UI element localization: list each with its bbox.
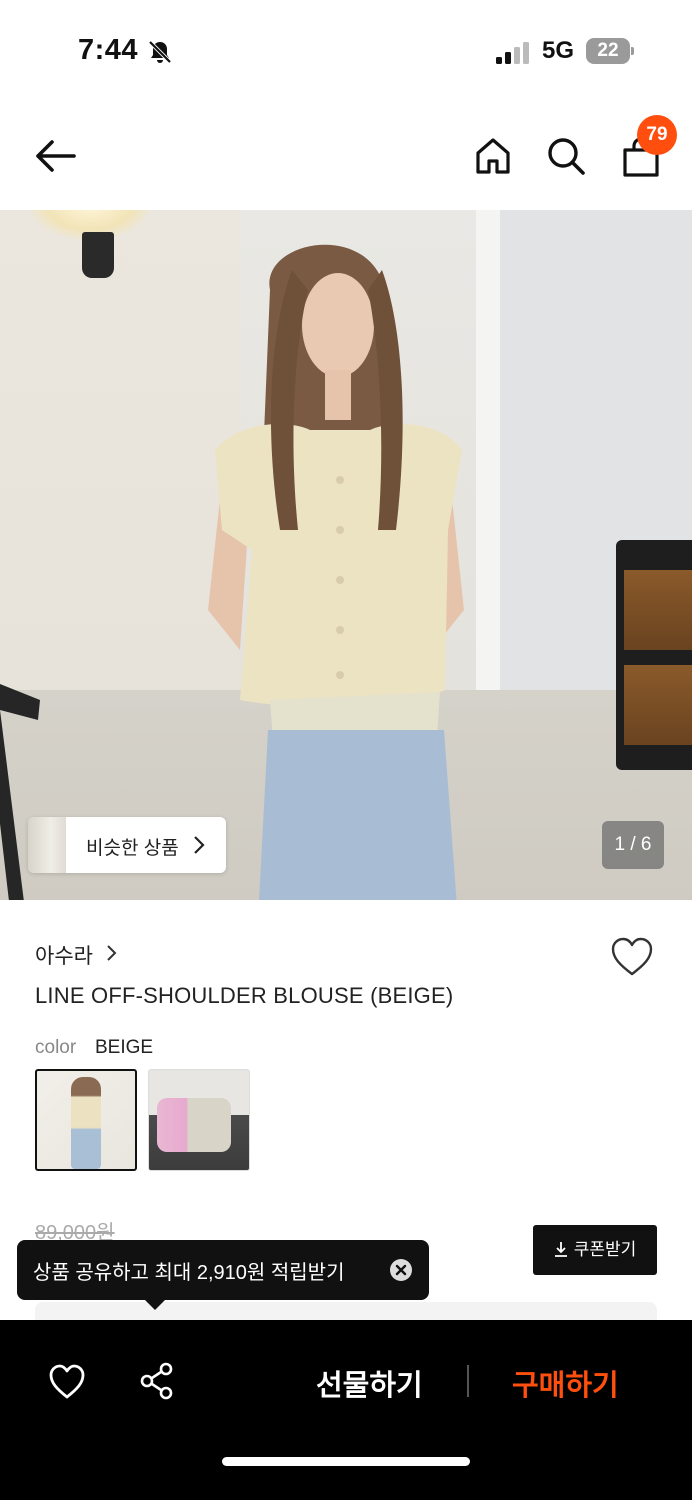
color-swatch[interactable] (148, 1069, 250, 1171)
option-label: color (35, 1037, 77, 1058)
cart-count-badge: 79 (637, 115, 677, 155)
battery-icon: 22 (586, 38, 634, 64)
cabinet (616, 540, 692, 770)
share-reward-tooltip: 상품 공유하고 최대 2,910원 적립받기 (17, 1240, 429, 1310)
option-value: BEIGE (95, 1037, 154, 1058)
bell-muted-icon (148, 40, 172, 64)
chevron-right-icon (194, 836, 205, 854)
chevron-right-icon[interactable] (106, 944, 118, 962)
gift-button[interactable]: 선물하기 (316, 1362, 423, 1404)
share-icon[interactable] (138, 1362, 176, 1400)
back-arrow-icon[interactable] (32, 136, 78, 176)
coupon-label: 쿠폰받기 (573, 1240, 637, 1259)
network-type: 5G (542, 37, 575, 64)
top-navigation: 79 (0, 100, 692, 210)
battery-level: 22 (586, 38, 630, 64)
buy-button[interactable]: 구매하기 (512, 1362, 619, 1404)
close-icon[interactable] (389, 1258, 413, 1282)
image-pager: 1 / 6 (602, 821, 664, 869)
product-image-gallery[interactable]: 비슷한 상품 1 / 6 (0, 210, 692, 900)
heart-icon[interactable] (48, 1364, 86, 1400)
download-icon (554, 1242, 567, 1257)
signal-icon (496, 42, 529, 64)
coupon-download-button[interactable]: 쿠폰받기 (533, 1225, 657, 1275)
wishlist-heart-icon[interactable] (610, 937, 654, 977)
divider (467, 1365, 469, 1397)
bottom-action-bar: 선물하기 구매하기 (0, 1320, 692, 1500)
search-icon[interactable] (546, 136, 586, 176)
similar-products-thumbnail (28, 817, 66, 873)
color-swatch-selected[interactable] (35, 1069, 137, 1171)
tooltip-text: 상품 공유하고 최대 2,910원 적립받기 (33, 1262, 345, 1284)
wall-sconce (82, 232, 114, 278)
similar-products-label: 비슷한 상품 (86, 838, 179, 859)
status-time: 7:44 (78, 34, 139, 66)
home-icon[interactable] (474, 136, 512, 176)
status-bar: 7:44 5G 22 (0, 0, 692, 100)
product-title: LINE OFF-SHOULDER BLOUSE (BEIGE) (35, 983, 454, 1008)
brand-link[interactable]: 아수라 (35, 940, 93, 970)
similar-products-button[interactable]: 비슷한 상품 (28, 817, 226, 873)
home-indicator (222, 1457, 470, 1466)
model-figure (208, 244, 464, 900)
